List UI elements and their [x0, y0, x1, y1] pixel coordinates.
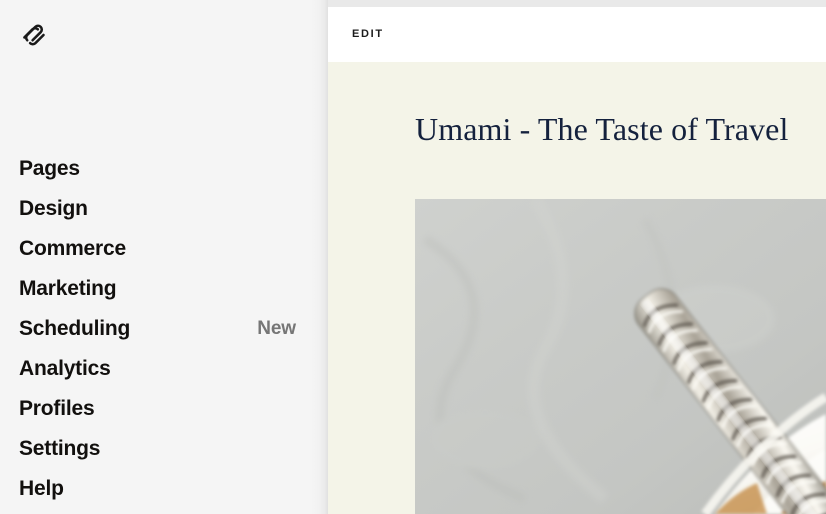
sidebar-item-profiles[interactable]: Profiles: [0, 388, 328, 428]
sidebar-item-label: Analytics: [19, 356, 111, 380]
sidebar-item-label: Profiles: [19, 396, 95, 420]
sidebar-item-label: Marketing: [19, 276, 117, 300]
sidebar-item-commerce[interactable]: Commerce: [0, 228, 328, 268]
sidebar-item-scheduling[interactable]: Scheduling New: [0, 308, 328, 348]
window-top-strip: [328, 0, 826, 7]
sidebar: Pages Design Commerce Marketing Scheduli…: [0, 0, 328, 514]
sidebar-item-label: Help: [19, 476, 64, 500]
page-title: Umami - The Taste of Travel: [415, 111, 789, 147]
hero-photo: [415, 199, 826, 514]
squarespace-admin-window: Pages Design Commerce Marketing Scheduli…: [0, 0, 826, 514]
sidebar-item-badge: New: [257, 317, 296, 339]
sidebar-item-marketing[interactable]: Marketing: [0, 268, 328, 308]
sidebar-item-pages[interactable]: Pages: [0, 148, 328, 188]
sidebar-nav: Pages Design Commerce Marketing Scheduli…: [0, 148, 328, 508]
edit-button[interactable]: EDIT: [352, 29, 384, 40]
sidebar-item-label: Scheduling: [19, 316, 131, 340]
sidebar-item-analytics[interactable]: Analytics: [0, 348, 328, 388]
sidebar-item-label: Settings: [19, 436, 101, 460]
squarespace-logo-icon[interactable]: [19, 21, 49, 51]
preview-toolbar: EDIT: [328, 7, 826, 62]
sidebar-item-help[interactable]: Help: [0, 468, 328, 508]
sidebar-item-label: Commerce: [19, 236, 126, 260]
sidebar-item-label: Design: [19, 196, 88, 220]
preview-canvas: Umami - The Taste of Travel: [328, 62, 826, 514]
site-preview-panel: EDIT Umami - The Taste of Travel: [328, 0, 826, 514]
sidebar-item-design[interactable]: Design: [0, 188, 328, 228]
sidebar-item-settings[interactable]: Settings: [0, 428, 328, 468]
sidebar-item-label: Pages: [19, 156, 80, 180]
